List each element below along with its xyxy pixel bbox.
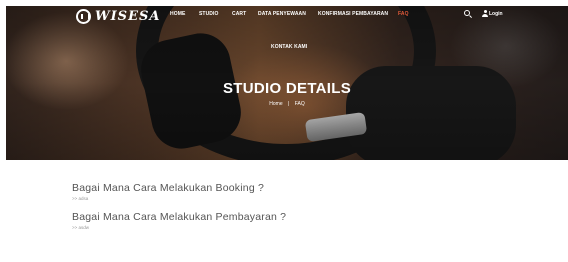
nav-item-studio[interactable]: STUDIO [199,11,219,17]
nav-item-cart[interactable]: CART [232,11,246,17]
breadcrumb-home[interactable]: Home [269,101,282,107]
breadcrumb-separator: | [288,101,290,107]
brand-name: WISESA [95,8,161,24]
breadcrumb: Home | FAQ [6,101,568,107]
headphones-logo-icon [76,8,91,24]
nav-item-konfirmasi-pembayaran[interactable]: KONFIRMASI PEMBAYARAN [318,11,388,17]
brand-logo[interactable]: WISESA [76,8,160,24]
faq-question[interactable]: Bagai Mana Cara Melakukan Booking ? [72,182,264,194]
nav-item-data-penyewaan[interactable]: DATA PENYEWAAN [258,11,306,17]
nav-item-kontak-kami[interactable]: KONTAK KAMI [271,44,307,50]
headphones-hinge [304,111,368,143]
nav-item-faq[interactable]: FAQ [398,11,409,17]
faq-answer: >> asdw [72,225,90,230]
faq-answer: >> adsa [72,196,89,201]
page-title: STUDIO DETAILS [222,80,352,97]
faq-item: Bagai Mana Cara Melakukan Booking ? >> a… [72,182,264,201]
user-icon[interactable] [482,10,488,17]
faq-question[interactable]: Bagai Mana Cara Melakukan Pembayaran ? [72,211,286,223]
top-navbar: WISESA HOME STUDIO CART DATA PENYEWAAN K… [6,6,568,50]
breadcrumb-current: FAQ [294,101,305,107]
search-icon[interactable] [464,10,470,16]
faq-item: Bagai Mana Cara Melakukan Pembayaran ? >… [72,211,286,230]
login-link[interactable]: Login [489,11,503,17]
nav-item-home[interactable]: HOME [170,11,185,17]
